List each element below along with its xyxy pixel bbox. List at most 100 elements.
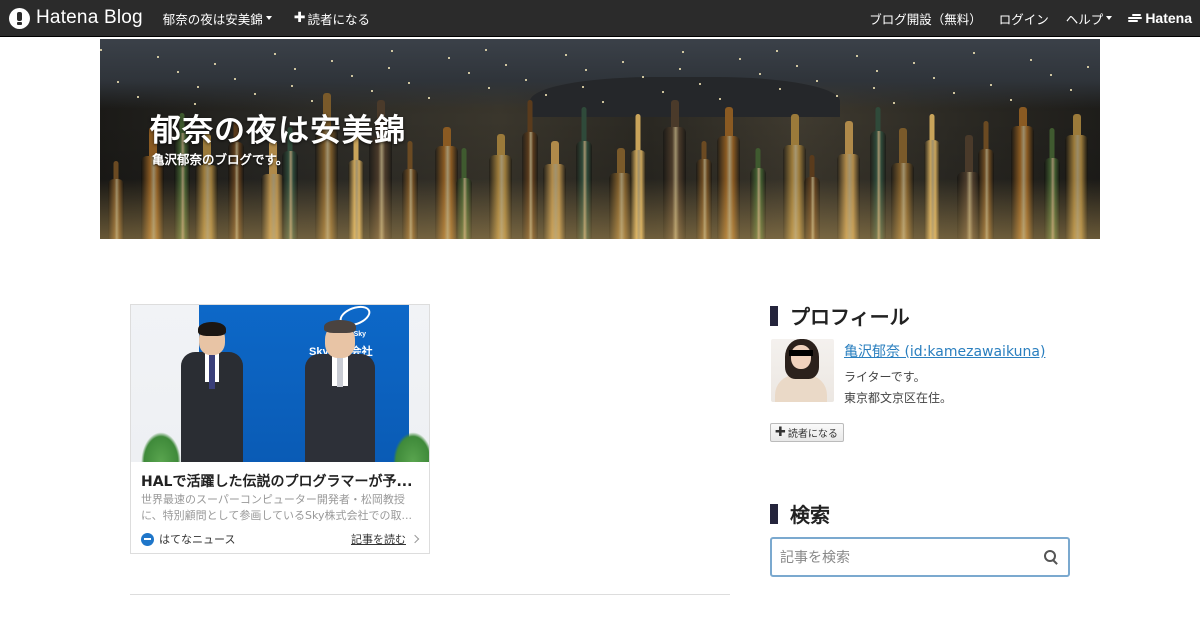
hatena-news-icon [141, 532, 154, 546]
city-light [622, 61, 624, 63]
city-light [582, 86, 584, 88]
city-light [739, 58, 741, 60]
search-icon[interactable] [1044, 550, 1058, 564]
subscribe-link[interactable]: ✚ 読者になる [294, 9, 370, 28]
city-light [642, 76, 644, 78]
city-light [291, 85, 293, 87]
blog-menu[interactable]: 郁奈の夜は安美錦 [163, 9, 272, 28]
city-light [331, 60, 333, 62]
city-light [719, 98, 721, 100]
city-light [485, 49, 487, 51]
city-light [197, 86, 199, 88]
city-light [1087, 66, 1089, 68]
city-light [759, 73, 761, 75]
city-light [468, 72, 470, 74]
search-box [770, 537, 1070, 577]
city-light [254, 93, 256, 95]
city-light [100, 49, 102, 51]
blog-title[interactable]: 郁奈の夜は安美錦 [150, 105, 406, 150]
follow-button-label: 読者になる [787, 429, 838, 440]
plant-right [393, 432, 429, 462]
city-light [796, 65, 798, 67]
city-light [214, 63, 216, 65]
city-light [679, 68, 681, 70]
hatena-mark-icon [1128, 13, 1143, 23]
news-card[interactable]: In the Sky Sky株式会社 HALで活躍した伝説のプログラマーが予..… [130, 304, 430, 554]
city-light [545, 94, 547, 96]
news-card-title[interactable]: HALで活躍した伝説のプログラマーが予... [141, 471, 421, 491]
city-light [274, 53, 276, 55]
follow-button[interactable]: ✚ 読者になる [770, 423, 844, 442]
city-light [973, 52, 975, 54]
city-light [876, 70, 878, 72]
caret-down-icon [265, 16, 272, 20]
blog-menu-label: 郁奈の夜は安美錦 [162, 11, 263, 27]
city-light [371, 90, 373, 92]
city-light [1010, 99, 1012, 101]
city-light [836, 95, 838, 97]
hatena-blog-logo[interactable]: Hatena Blog [9, 0, 143, 37]
city-light [893, 102, 895, 104]
global-header: Hatena Blog 郁奈の夜は安美錦 ✚ 読者になる ブログ開設（無料） ロ… [0, 0, 1200, 37]
avatar[interactable] [771, 339, 834, 402]
profile-line: ライターです。 [844, 370, 926, 384]
city-light [662, 91, 664, 93]
city-light [602, 101, 604, 103]
read-more-label: 記事を読む [351, 533, 406, 546]
city-light [505, 64, 507, 66]
blog-header-image: 郁奈の夜は安美錦 亀沢郁奈のブログです。 [100, 39, 1100, 239]
city-light [776, 50, 778, 52]
city-light [913, 62, 915, 64]
search-input[interactable] [780, 547, 1035, 569]
profile-description: ライターです。 東京都文京区在住。 [844, 367, 952, 409]
hatena-logo[interactable]: Hatena [1128, 10, 1192, 26]
city-light [448, 57, 450, 59]
city-light [953, 92, 955, 94]
news-card-description: 世界最速のスーパーコンピューター開発者・松岡教授に、特別顧問として参画しているS… [141, 493, 412, 522]
hatena-blog-icon [9, 7, 30, 29]
city-light [311, 100, 313, 102]
city-light [565, 54, 567, 56]
brand-name: Hatena Blog [36, 7, 143, 28]
city-light [873, 87, 875, 89]
city-light [157, 56, 159, 58]
city-light [856, 55, 858, 57]
signup-link[interactable]: ブログ開設（無料） [869, 9, 982, 28]
city-light [137, 96, 139, 98]
person-right [303, 314, 377, 462]
stadium-silhouette [530, 77, 840, 117]
city-light [234, 78, 236, 80]
city-light [1050, 74, 1052, 76]
city-light [525, 79, 527, 81]
nav-right: ブログ開設（無料） ログイン ヘルプ Hatena [852, 0, 1200, 37]
city-light [585, 69, 587, 71]
profile-module-title: プロフィール [770, 301, 910, 330]
city-light [294, 68, 296, 70]
hatena-label: Hatena [1145, 10, 1192, 26]
city-light [388, 67, 390, 69]
news-card-photo: In the Sky Sky株式会社 [131, 305, 429, 462]
city-light [990, 84, 992, 86]
person-left [179, 317, 245, 462]
chevron-right-icon [410, 534, 420, 544]
city-light [779, 88, 781, 90]
plus-icon: ✚ [293, 10, 306, 26]
plant-left [141, 432, 181, 462]
news-card-footer: はてなニュース 記事を読む [141, 530, 421, 548]
profile-name-link[interactable]: 亀沢郁奈 (id:kamezawaikuna) [844, 341, 1045, 361]
profile-line: 東京都文京区在住。 [844, 391, 953, 405]
read-more-link[interactable]: 記事を読む [351, 531, 421, 547]
city-light [682, 51, 684, 53]
city-light [1070, 89, 1072, 91]
subscribe-label: 読者になる [307, 11, 371, 27]
news-source: はてなニュース [159, 533, 236, 546]
login-link[interactable]: ログイン [999, 9, 1049, 28]
city-light [1030, 59, 1032, 61]
city-light [488, 87, 490, 89]
city-light [699, 83, 701, 85]
help-menu[interactable]: ヘルプ [1066, 9, 1113, 28]
city-light [177, 71, 179, 73]
bar-glow [100, 179, 1100, 239]
city-light [933, 77, 935, 79]
help-label: ヘルプ [1065, 11, 1104, 27]
